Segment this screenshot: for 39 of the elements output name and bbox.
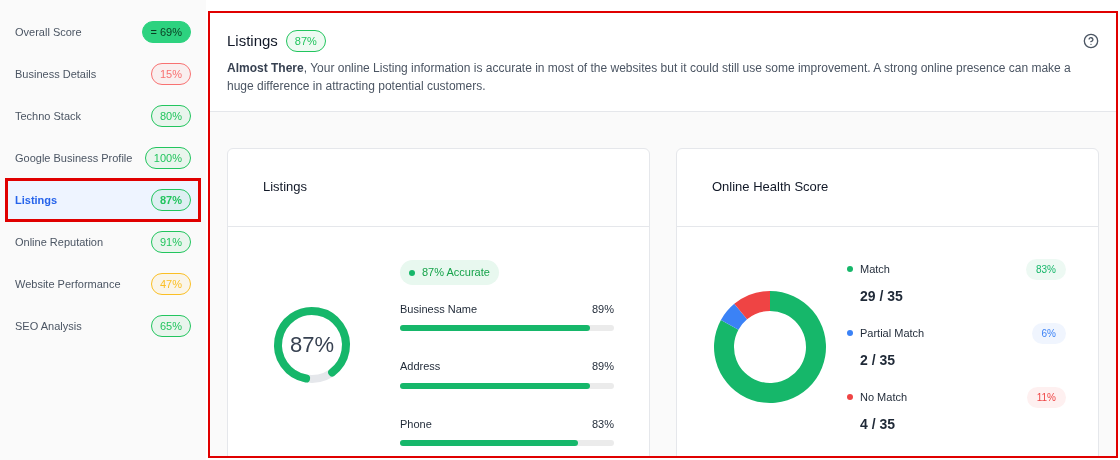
field-reading: 83% bbox=[591, 416, 614, 432]
score-badge: 87% bbox=[285, 30, 326, 53]
field-label: Phone bbox=[400, 416, 432, 432]
score-badge: 80% bbox=[150, 105, 191, 127]
score-badge: 47% bbox=[150, 273, 191, 295]
sidebar-item[interactable]: Techno Stack 80% bbox=[8, 97, 198, 135]
sidebar-item[interactable]: Website Performance 47% bbox=[8, 265, 198, 303]
help-icon[interactable] bbox=[1083, 33, 1099, 50]
field-label: Business Name bbox=[400, 301, 478, 317]
match-count: 2 / 35 bbox=[860, 350, 896, 370]
score-badge: 100% bbox=[144, 147, 191, 169]
panel-description: Almost There, Your online Listing information is accurate in most of the websites but it could still use some improvement. A strong online presence can make a huge difference in attracting potential customers. bbox=[227, 59, 1072, 95]
sidebar-item[interactable]: Listings 87% bbox=[8, 181, 198, 219]
gauge-reading: 87% bbox=[289, 331, 334, 358]
card-title: Online Health Score bbox=[712, 178, 829, 197]
match-count: 4 / 35 bbox=[860, 414, 896, 434]
field-reading: 89% bbox=[591, 301, 614, 317]
score-badge: 91% bbox=[150, 231, 191, 253]
score-badge: 65% bbox=[150, 315, 191, 337]
sidebar-item[interactable]: SEO Analysis 65% bbox=[8, 307, 198, 345]
sidebar-item[interactable]: Google Business Profile 100% bbox=[8, 139, 198, 177]
field-reading: 89% bbox=[591, 359, 614, 375]
sidebar-item[interactable]: Business Details 15% bbox=[8, 55, 198, 93]
score-badge: 15% bbox=[150, 63, 191, 85]
legend-label: Partial Match bbox=[860, 325, 926, 341]
percent-badge: 6% bbox=[1031, 322, 1066, 344]
sidebar-item[interactable]: Online Reputation 91% bbox=[8, 223, 198, 261]
card-title: Listings bbox=[263, 178, 308, 197]
score-badge: 87% bbox=[150, 189, 191, 211]
field-label: Address bbox=[400, 359, 441, 375]
legend-label: No Match bbox=[860, 389, 909, 405]
sidebar-item[interactable]: Overall Score = 69% bbox=[8, 13, 198, 51]
accuracy-badge: 87% Accurate bbox=[400, 260, 499, 285]
percent-badge: 83% bbox=[1026, 258, 1066, 280]
legend-label: Match bbox=[860, 261, 891, 277]
percent-badge: 11% bbox=[1026, 386, 1066, 408]
panel-title: Listings bbox=[227, 31, 278, 51]
score-badge: = 69% bbox=[141, 21, 191, 43]
match-count: 29 / 35 bbox=[860, 286, 903, 306]
